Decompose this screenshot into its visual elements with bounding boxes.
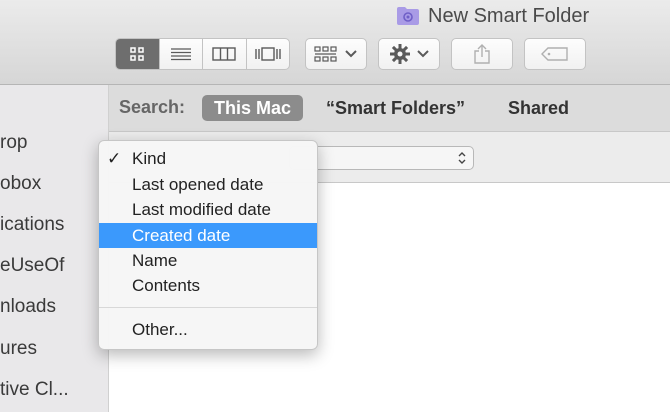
search-label: Search: (119, 97, 186, 117)
share-icon (474, 44, 490, 64)
updown-arrows-icon (458, 152, 466, 164)
view-mode-switcher (115, 38, 290, 70)
sidebar-item[interactable]: ications (0, 214, 64, 236)
menu-item-label: Created date (132, 226, 231, 245)
column-view-button[interactable] (203, 39, 247, 69)
share-button[interactable] (451, 38, 513, 70)
search-scope-bar: Search: This Mac “Smart Folders” Shared (109, 85, 670, 132)
sidebar-item[interactable]: eUseOf (0, 255, 64, 277)
arrange-grid-icon (314, 46, 337, 62)
chevron-down-icon (416, 50, 429, 58)
checkmark-icon: ✓ (107, 149, 122, 168)
menu-item-label: Last modified date (132, 200, 271, 219)
window-title: New Smart Folder (396, 3, 589, 29)
menu-item-last-opened-date[interactable]: Last opened date (99, 172, 317, 197)
menu-item-created-date[interactable]: Created date (99, 223, 317, 248)
icon-view-button[interactable] (116, 39, 160, 69)
menu-item-label: Kind (132, 149, 167, 168)
menu-item-kind[interactable]: ✓ Kind (99, 146, 317, 171)
sidebar-item[interactable]: rop (0, 132, 27, 154)
chevron-down-icon (345, 50, 357, 58)
tags-button[interactable] (524, 38, 586, 70)
column-view-icon (212, 47, 236, 61)
icon-view-icon (130, 47, 144, 61)
menu-item-label: Name (132, 251, 178, 270)
sidebar-item[interactable]: ures (0, 338, 37, 360)
tag-icon (541, 47, 568, 61)
sidebar: rop obox ications eUseOf nloads ures tiv… (0, 85, 109, 412)
scope-this-mac[interactable]: This Mac (202, 95, 304, 121)
arrange-button[interactable] (305, 38, 367, 70)
attribute-menu: ✓ Kind Last opened date Last modified da… (98, 140, 318, 350)
sidebar-item[interactable]: nloads (0, 296, 56, 318)
scope-shared[interactable]: Shared (496, 95, 581, 121)
menu-item-label: Other... (132, 320, 188, 339)
scope-smart-folders[interactable]: “Smart Folders” (314, 95, 477, 121)
menu-item-label: Contents (132, 276, 201, 295)
menu-separator (99, 307, 317, 308)
window-title-text: New Smart Folder (428, 4, 590, 27)
menu-item-last-modified-date[interactable]: Last modified date (99, 197, 317, 222)
menu-item-contents[interactable]: Contents (99, 273, 317, 298)
smart-folder-icon (397, 7, 419, 25)
action-button[interactable] (378, 38, 440, 70)
gear-icon (389, 44, 410, 64)
cover-flow-view-button[interactable] (247, 39, 290, 69)
list-view-icon (170, 48, 191, 61)
menu-item-other[interactable]: Other... (99, 317, 317, 342)
menu-item-name[interactable]: Name (99, 248, 317, 273)
toolbar: New Smart Folder (0, 0, 670, 85)
cover-flow-icon (255, 47, 281, 61)
sidebar-item[interactable]: tive Cl... (0, 379, 69, 401)
sidebar-item[interactable]: obox (0, 173, 41, 195)
menu-item-label: Last opened date (132, 175, 264, 194)
list-view-button[interactable] (160, 39, 203, 69)
